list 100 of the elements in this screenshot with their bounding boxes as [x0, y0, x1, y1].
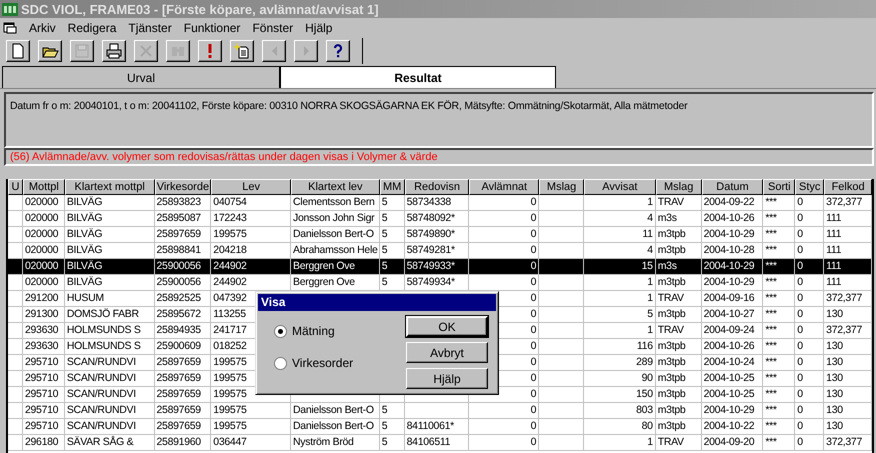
- table-cell: 295710: [24, 404, 58, 416]
- radio-option[interactable]: Virkesorder: [274, 356, 354, 370]
- dialog-button[interactable]: Avbryt: [406, 342, 488, 363]
- table-cell: 1: [647, 436, 653, 448]
- table-cell: 018252: [213, 340, 247, 352]
- radio-option[interactable]: Mätning: [274, 324, 354, 338]
- dialog-button[interactable]: Hjälp: [406, 368, 488, 389]
- column-header[interactable]: Mslag: [539, 179, 584, 195]
- table-cell: 58749934*: [406, 276, 455, 288]
- table-cell: m3tpb: [658, 420, 686, 432]
- table-cell: 111: [826, 244, 842, 256]
- alert-button[interactable]: [198, 40, 222, 62]
- table-row[interactable]: 020000 BILVÄG 25895087 172243 Jonsson John Sigr 5 58748092* 0 4 m3s 2004-10-26 *** 0 111: [8, 211, 872, 227]
- table-cell: 295710: [24, 356, 58, 368]
- print-button[interactable]: [102, 40, 126, 62]
- table-cell: 0: [797, 196, 803, 208]
- table-cell: Nyström Bröd: [293, 436, 354, 448]
- table-cell: 020000: [24, 244, 58, 256]
- column-header[interactable]: Mslag: [656, 179, 702, 195]
- radio-label: Virkesorder: [292, 356, 354, 370]
- radio-button[interactable]: [274, 324, 287, 338]
- table-cell: 5: [382, 244, 388, 256]
- table-cell: 25900056: [156, 260, 201, 272]
- table-cell: 130: [826, 308, 843, 320]
- table-row[interactable]: 020000 BILVÄG 25900056 244902 Berggren Ove 5 58749933* 0 15 m3s 2004-10-29 *** 0 111: [8, 259, 872, 275]
- table-row[interactable]: 020000 BILVÄG 25893823 040754 Clementsson Bern 5 58734338 0 1 TRAV 2004-09-22 *** 0 372,377: [8, 195, 872, 211]
- table-cell: 130: [826, 420, 843, 432]
- app-logo-icon: [2, 2, 18, 16]
- table-cell: 296180: [24, 436, 58, 448]
- column-header[interactable]: U: [8, 179, 23, 195]
- table-cell: 047392: [213, 292, 247, 304]
- table-cell: ***: [765, 356, 777, 368]
- dialog-button[interactable]: OK: [406, 316, 488, 337]
- column-header[interactable]: Klartext mottpl: [64, 179, 154, 195]
- column-header[interactable]: MM: [380, 179, 405, 195]
- column-header[interactable]: Mottpl: [22, 179, 65, 195]
- table-cell: 0: [797, 212, 803, 224]
- table-row[interactable]: 020000 BILVÄG 25897659 199575 Danielsson Bert-O 5 58749890* 0 11 m3tpb 2004-10-29 *** 0 111: [8, 227, 872, 243]
- column-header[interactable]: Datum: [702, 179, 764, 195]
- table-cell: SCAN/RUNDVI: [66, 356, 136, 368]
- table-cell: 25895087: [156, 212, 201, 224]
- table-cell: m3tpb: [658, 276, 686, 288]
- table-cell: BILVÄG: [66, 196, 102, 208]
- table-cell: 0: [797, 276, 803, 288]
- menu-item[interactable]: Tjänster: [122, 20, 178, 34]
- column-header[interactable]: Klartext lev: [291, 179, 380, 195]
- newitem-button[interactable]: [230, 40, 254, 62]
- table-cell: BILVÄG: [66, 276, 102, 288]
- table-cell: 2004-10-26: [704, 340, 754, 352]
- table-cell: 5: [647, 308, 653, 320]
- radio-button[interactable]: [274, 356, 287, 370]
- table-cell: 25895672: [156, 308, 201, 320]
- table-cell: 116: [636, 340, 653, 352]
- table-cell: 25897659: [156, 372, 201, 384]
- table-cell: 036447: [213, 436, 247, 448]
- table-cell: 25893823: [156, 196, 201, 208]
- table-cell: ***: [765, 196, 777, 208]
- tab[interactable]: Resultat: [280, 66, 556, 88]
- menu-item[interactable]: Fönster: [246, 20, 300, 34]
- notice-text: (56) Avlämnade/avv. volymer som redovisas/rättas under dagen visas i Volymer & värde: [10, 151, 438, 163]
- table-cell: 372,377: [826, 436, 862, 448]
- column-header[interactable]: Avvisat: [584, 179, 656, 195]
- table-cell: 130: [826, 404, 843, 416]
- open-button[interactable]: [38, 40, 62, 62]
- table-row[interactable]: 295710 SCAN/RUNDVI 25897659 199575 Danielsson Bert-O 5 0 803 m3tpb 2004-10-29 *** 0 130: [8, 403, 872, 419]
- table-cell: ***: [765, 372, 777, 384]
- column-header[interactable]: Felkod: [824, 179, 872, 195]
- document-window-icon[interactable]: [3, 22, 17, 34]
- table-cell: 5: [382, 196, 388, 208]
- table-cell: 0: [530, 388, 536, 400]
- table-cell: 204218: [213, 244, 247, 256]
- table-row[interactable]: 296180 SÄVAR SÅG & 25891960 036447 Nyström Bröd 5 84106511 0 1 TRAV 2004-09-20 *** 0 372,377: [8, 435, 872, 451]
- menu-item[interactable]: Arkiv: [23, 20, 62, 34]
- table-cell: SCAN/RUNDVI: [66, 388, 136, 400]
- column-header[interactable]: Styc: [795, 179, 824, 195]
- tab[interactable]: Urval: [2, 66, 280, 88]
- help-button[interactable]: [326, 40, 350, 62]
- column-header[interactable]: Virkesorde: [154, 179, 212, 195]
- table-row[interactable]: 295710 SCAN/RUNDVI 25897659 199575 Danielsson Bert-O 5 84110061* 0 80 m3tpb 2004-10-22 *** 0 130: [8, 419, 872, 435]
- menu-item[interactable]: Hjälp: [299, 20, 338, 34]
- table-cell: 25898841: [156, 244, 201, 256]
- table-cell: TRAV: [658, 436, 684, 448]
- menu-item[interactable]: Redigera: [62, 20, 122, 34]
- column-header[interactable]: Sorti: [763, 179, 796, 195]
- table-cell: 040754: [213, 196, 247, 208]
- column-header[interactable]: Avlämnat: [469, 179, 540, 195]
- table-cell: 241717: [213, 324, 247, 336]
- column-header[interactable]: Lev: [211, 179, 292, 195]
- new-button[interactable]: [6, 40, 30, 62]
- table-cell: 0: [530, 372, 536, 384]
- table-cell: m3tpb: [658, 228, 686, 240]
- column-header[interactable]: Redovisn: [404, 179, 470, 195]
- menu-item[interactable]: Funktioner: [178, 20, 246, 34]
- table-cell: 25897659: [156, 420, 201, 432]
- table-cell: Danielsson Bert-O: [293, 420, 374, 432]
- table-cell: m3tpb: [658, 404, 686, 416]
- table-cell: 199575: [213, 404, 247, 416]
- table-cell: 111: [826, 228, 842, 240]
- table-cell: 5: [382, 436, 388, 448]
- table-cell: 199575: [213, 228, 247, 240]
